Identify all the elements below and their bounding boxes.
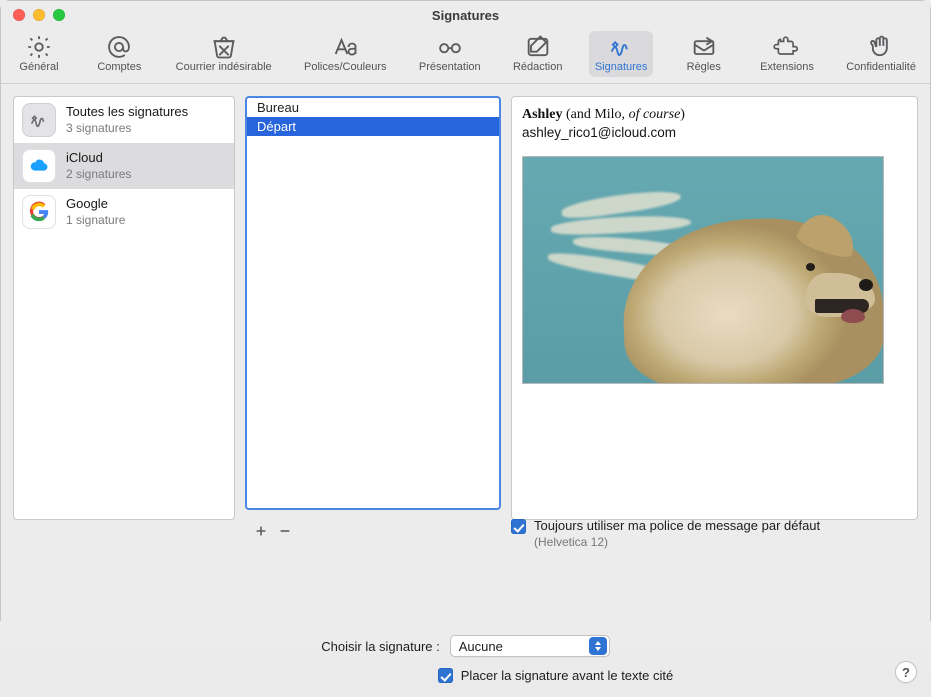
tab-extensions[interactable]: Extensions	[754, 31, 820, 77]
signature-preview[interactable]: Ashley (and Milo, of course) ashley_rico…	[511, 96, 918, 520]
tab-label: Règles	[687, 61, 721, 73]
at-icon	[105, 35, 133, 59]
select-stepper-icon	[589, 637, 607, 655]
hand-icon	[867, 35, 895, 59]
tab-junk[interactable]: Courrier indésirable	[170, 31, 278, 77]
signature-name-paren: (and Milo,	[562, 107, 628, 122]
tab-label: Courrier indésirable	[176, 61, 272, 73]
minimize-window-button[interactable]	[33, 9, 45, 21]
signature-icon	[607, 35, 635, 59]
gear-icon	[25, 35, 53, 59]
google-icon	[22, 195, 56, 229]
tab-signatures[interactable]: Signatures	[589, 31, 654, 77]
account-row-icloud[interactable]: iCloud 2 signatures	[14, 143, 234, 189]
account-text: Google 1 signature	[66, 196, 125, 227]
account-row-google[interactable]: Google 1 signature	[14, 189, 234, 235]
account-text: Toutes les signatures 3 signatures	[66, 104, 188, 135]
account-name: Google	[66, 196, 125, 212]
tab-viewing[interactable]: Présentation	[413, 31, 487, 77]
add-signature-button[interactable]	[249, 520, 273, 542]
place-before-quoted-row: Placer la signature avant le texte cité	[192, 667, 919, 683]
use-default-font-label: Toujours utiliser ma police de message p…	[534, 518, 820, 533]
default-font-option: Toujours utiliser ma police de message p…	[511, 514, 918, 549]
tab-compose[interactable]: Rédaction	[507, 31, 569, 77]
tab-label: Extensions	[760, 61, 814, 73]
signature-image	[522, 156, 884, 384]
tab-accounts[interactable]: Comptes	[89, 31, 149, 77]
accounts-list[interactable]: Toutes les signatures 3 signatures iClou…	[13, 96, 235, 520]
signature-email: ashley_rico1@icloud.com	[522, 125, 907, 140]
place-before-quoted-label: Placer la signature avant le texte cité	[461, 668, 673, 683]
account-subtitle: 3 signatures	[66, 121, 188, 136]
signature-name-italic: of course	[629, 107, 681, 122]
signature-name-paren-close: )	[680, 107, 685, 122]
use-default-font-checkbox[interactable]	[511, 519, 526, 534]
signature-list-column: Bureau Départ	[245, 96, 501, 510]
tab-privacy[interactable]: Confidentialité	[840, 31, 922, 77]
remove-signature-button[interactable]	[273, 520, 297, 542]
account-name: iCloud	[66, 150, 131, 166]
fonts-icon	[331, 35, 359, 59]
tab-rules[interactable]: Règles	[674, 31, 734, 77]
tab-label: Rédaction	[513, 61, 563, 73]
choose-signature-row: Choisir la signature : Aucune	[12, 635, 919, 657]
tab-label: Comptes	[97, 61, 141, 73]
close-window-button[interactable]	[13, 9, 25, 21]
choose-signature-value: Aucune	[459, 639, 583, 654]
help-button[interactable]: ?	[895, 661, 917, 683]
default-font-subtitle: (Helvetica 12)	[534, 535, 918, 549]
signature-list[interactable]: Bureau Départ	[245, 96, 501, 510]
rules-icon	[690, 35, 718, 59]
account-name: Toutes les signatures	[66, 104, 188, 120]
choose-signature-select[interactable]: Aucune	[450, 635, 610, 657]
tab-label: Polices/Couleurs	[304, 61, 387, 73]
tab-fonts[interactable]: Polices/Couleurs	[298, 31, 393, 77]
tab-label: Signatures	[595, 61, 648, 73]
bottom-controls: Choisir la signature : Aucune Placer la …	[0, 621, 931, 697]
window-title: Signatures	[432, 8, 499, 23]
puzzle-icon	[773, 35, 801, 59]
account-text: iCloud 2 signatures	[66, 150, 131, 181]
signature-item[interactable]: Bureau	[247, 98, 499, 117]
help-symbol: ?	[902, 665, 910, 680]
titlebar: Signatures	[1, 1, 930, 29]
place-before-quoted-checkbox[interactable]	[438, 668, 453, 683]
signature-name-line: Ashley (and Milo, of course)	[522, 107, 907, 123]
window-controls	[13, 9, 65, 21]
main-content: Toutes les signatures 3 signatures iClou…	[1, 84, 930, 514]
preferences-toolbar: Général Comptes Courrier indésirable Pol…	[1, 29, 930, 84]
account-row-all[interactable]: Toutes les signatures 3 signatures	[14, 97, 234, 143]
icloud-icon	[22, 149, 56, 183]
account-subtitle: 1 signature	[66, 213, 125, 228]
tab-label: Confidentialité	[846, 61, 916, 73]
compose-icon	[524, 35, 552, 59]
tab-general[interactable]: Général	[9, 31, 69, 77]
tab-label: Général	[19, 61, 58, 73]
glasses-icon	[436, 35, 464, 59]
signature-add-remove	[245, 514, 501, 542]
junk-icon	[210, 35, 238, 59]
zoom-window-button[interactable]	[53, 9, 65, 21]
tab-label: Présentation	[419, 61, 481, 73]
signature-item[interactable]: Départ	[247, 117, 499, 136]
account-subtitle: 2 signatures	[66, 167, 131, 182]
signature-collection-icon	[22, 103, 56, 137]
choose-signature-label: Choisir la signature :	[321, 639, 440, 654]
signature-name-bold: Ashley	[522, 107, 562, 122]
